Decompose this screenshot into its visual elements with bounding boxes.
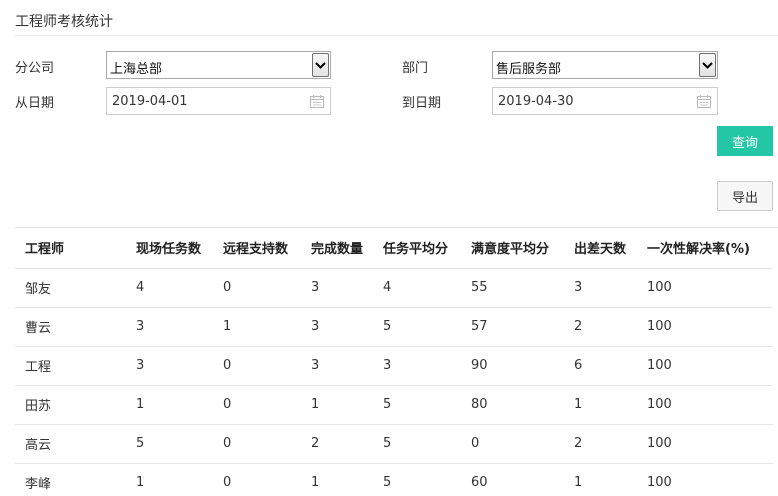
cell-task-avg-score: 4 xyxy=(373,268,461,308)
cell-satisfaction-avg: 0 xyxy=(461,424,564,464)
export-button[interactable]: 导出 xyxy=(717,181,773,211)
table-row: 邹友 4 0 3 4 55 3 100 xyxy=(15,268,773,308)
cell-completed: 3 xyxy=(301,307,373,347)
engineer-stats-table: 工程师 现场任务数 远程支持数 完成数量 任务平均分 满意度平均分 出差天数 一… xyxy=(15,228,773,496)
table-row: 田苏 1 0 1 5 80 1 100 xyxy=(15,385,773,425)
cell-travel-days: 1 xyxy=(564,463,637,496)
from-date-label: 从日期 xyxy=(15,96,55,111)
col-header-travel-days: 出差天数 xyxy=(564,228,637,269)
chevron-down-icon[interactable] xyxy=(312,53,329,77)
col-header-completed: 完成数量 xyxy=(301,228,373,269)
table-row: 李峰 1 0 1 5 60 1 100 xyxy=(15,463,773,496)
department-label: 部门 xyxy=(402,61,429,76)
company-label: 分公司 xyxy=(15,61,55,76)
cell-engineer: 曹云 xyxy=(15,307,126,347)
company-select[interactable]: 上海总部 xyxy=(106,51,331,79)
to-date-input[interactable]: 2019-04-30 xyxy=(492,87,718,115)
cell-onsite-tasks: 1 xyxy=(126,385,213,425)
cell-first-fix-rate: 100 xyxy=(637,268,773,308)
cell-satisfaction-avg: 55 xyxy=(461,268,564,308)
cell-task-avg-score: 5 xyxy=(373,424,461,464)
to-date-label: 到日期 xyxy=(402,96,442,111)
cell-engineer: 田苏 xyxy=(15,385,126,425)
calendar-icon[interactable] xyxy=(310,95,324,112)
cell-task-avg-score: 5 xyxy=(373,463,461,496)
col-header-engineer: 工程师 xyxy=(15,228,126,269)
cell-completed: 1 xyxy=(301,463,373,496)
col-header-task-avg-score: 任务平均分 xyxy=(373,228,461,269)
cell-onsite-tasks: 4 xyxy=(126,268,213,308)
cell-completed: 1 xyxy=(301,385,373,425)
cell-remote-support: 1 xyxy=(213,307,301,347)
cell-completed: 3 xyxy=(301,346,373,386)
cell-onsite-tasks: 5 xyxy=(126,424,213,464)
department-select-value: 售后服务部 xyxy=(496,62,562,77)
cell-task-avg-score: 5 xyxy=(373,307,461,347)
cell-remote-support: 0 xyxy=(213,424,301,464)
cell-engineer: 邹友 xyxy=(15,268,126,308)
cell-engineer: 李峰 xyxy=(15,463,126,496)
cell-travel-days: 1 xyxy=(564,385,637,425)
to-date-value: 2019-04-30 xyxy=(498,94,574,109)
cell-task-avg-score: 5 xyxy=(373,385,461,425)
title-divider xyxy=(15,35,778,36)
col-header-satisfaction-avg: 满意度平均分 xyxy=(461,228,564,269)
from-date-value: 2019-04-01 xyxy=(112,94,188,109)
table-row: 高云 5 0 2 5 0 2 100 xyxy=(15,424,773,464)
cell-completed: 2 xyxy=(301,424,373,464)
cell-travel-days: 3 xyxy=(564,268,637,308)
cell-engineer: 高云 xyxy=(15,424,126,464)
query-button[interactable]: 查询 xyxy=(717,126,773,156)
table-header-row: 工程师 现场任务数 远程支持数 完成数量 任务平均分 满意度平均分 出差天数 一… xyxy=(15,228,773,269)
cell-first-fix-rate: 100 xyxy=(637,307,773,347)
cell-first-fix-rate: 100 xyxy=(637,424,773,464)
cell-remote-support: 0 xyxy=(213,385,301,425)
from-date-input[interactable]: 2019-04-01 xyxy=(106,87,331,115)
col-header-remote-support: 远程支持数 xyxy=(213,228,301,269)
cell-first-fix-rate: 100 xyxy=(637,346,773,386)
cell-remote-support: 0 xyxy=(213,268,301,308)
cell-satisfaction-avg: 80 xyxy=(461,385,564,425)
col-header-first-fix-rate: 一次性解决率(%) xyxy=(637,228,773,269)
cell-completed: 3 xyxy=(301,268,373,308)
cell-onsite-tasks: 3 xyxy=(126,346,213,386)
cell-satisfaction-avg: 57 xyxy=(461,307,564,347)
cell-onsite-tasks: 1 xyxy=(126,463,213,496)
cell-remote-support: 0 xyxy=(213,346,301,386)
cell-satisfaction-avg: 90 xyxy=(461,346,564,386)
calendar-icon[interactable] xyxy=(697,95,711,112)
cell-satisfaction-avg: 60 xyxy=(461,463,564,496)
col-header-onsite-tasks: 现场任务数 xyxy=(126,228,213,269)
company-select-value: 上海总部 xyxy=(110,62,163,77)
chevron-down-icon[interactable] xyxy=(699,53,716,77)
table-row: 工程 3 0 3 3 90 6 100 xyxy=(15,346,773,386)
cell-task-avg-score: 3 xyxy=(373,346,461,386)
cell-onsite-tasks: 3 xyxy=(126,307,213,347)
table-row: 曹云 3 1 3 5 57 2 100 xyxy=(15,307,773,347)
cell-travel-days: 2 xyxy=(564,424,637,464)
cell-travel-days: 2 xyxy=(564,307,637,347)
cell-remote-support: 0 xyxy=(213,463,301,496)
cell-engineer: 工程 xyxy=(15,346,126,386)
cell-travel-days: 6 xyxy=(564,346,637,386)
page-title: 工程师考核统计 xyxy=(15,14,113,30)
cell-first-fix-rate: 100 xyxy=(637,385,773,425)
department-select[interactable]: 售后服务部 xyxy=(492,51,718,79)
cell-first-fix-rate: 100 xyxy=(637,463,773,496)
